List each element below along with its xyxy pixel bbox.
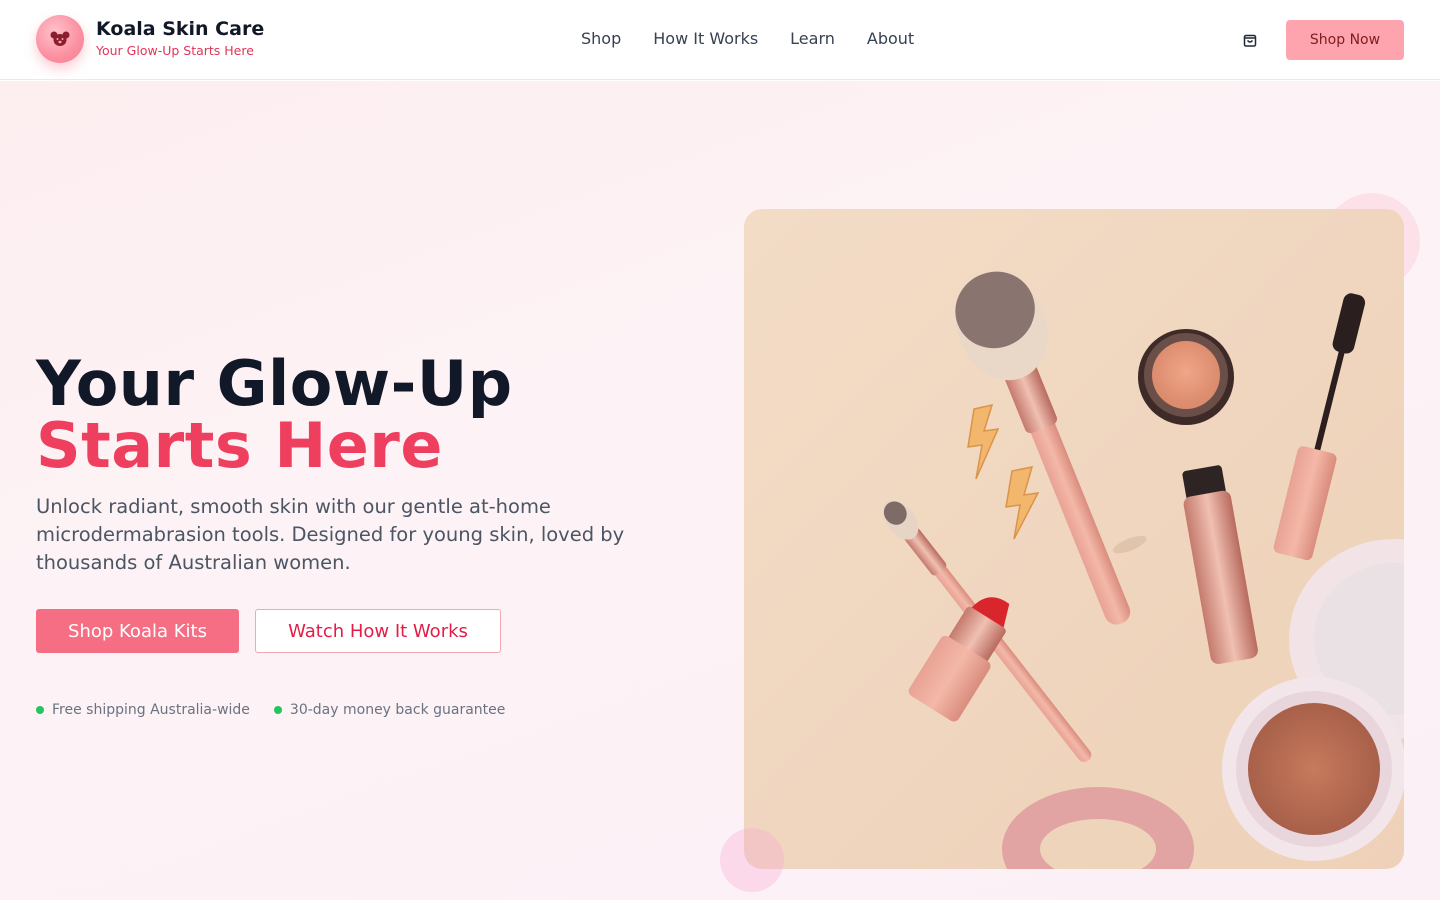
nav-item-how-it-works[interactable]: How It Works: [653, 28, 758, 50]
brand[interactable]: Koala Skin Care Your Glow-Up Starts Here: [36, 15, 264, 63]
nav-item-learn[interactable]: Learn: [790, 28, 835, 50]
powder-brush: [955, 271, 1147, 625]
hero-subtitle: Unlock radiant, smooth skin with our gen…: [36, 495, 625, 574]
trust-badges: Free shipping Australia-wide 30-day mone…: [36, 702, 505, 718]
blush-pot: [1138, 329, 1234, 425]
mascara-wand: [1273, 293, 1366, 561]
brand-name: Koala Skin Care: [96, 18, 265, 40]
shopping-bag-icon[interactable]: [1240, 30, 1260, 50]
nav-item-shop[interactable]: Shop: [581, 28, 621, 50]
koala-icon: [36, 15, 84, 63]
badge-label: 30-day money back guarantee: [289, 702, 506, 718]
scrunchie: [1002, 787, 1194, 869]
nav-item-about[interactable]: About: [867, 28, 914, 50]
shop-koala-kits-button[interactable]: Shop Koala Kits: [36, 609, 239, 653]
decorative-circle: [720, 828, 784, 892]
bronzer-compact: [1222, 539, 1404, 861]
hero-product-image: [744, 209, 1404, 869]
headline-line-1: Your Glow-Up: [36, 347, 513, 420]
shop-now-button[interactable]: Shop Now: [1286, 20, 1404, 60]
main-nav: Shop How It Works Learn About: [581, 28, 914, 50]
badge-label: Free shipping Australia-wide: [52, 702, 250, 718]
status-dot-icon: [273, 706, 282, 714]
hero-headline: Your Glow-Up Starts Here: [36, 353, 513, 477]
headline-line-2: Starts Here: [36, 409, 443, 482]
badge-free-shipping: Free shipping Australia-wide: [36, 702, 250, 718]
badge-money-back: 30-day money back guarantee: [273, 702, 506, 718]
site-header: Koala Skin Care Your Glow-Up Starts Here…: [0, 0, 1440, 80]
brand-tagline: Your Glow-Up Starts Here: [96, 43, 254, 58]
hero-section: Your Glow-Up Starts Here Unlock radiant,…: [0, 81, 1440, 900]
watch-how-it-works-button[interactable]: Watch How It Works: [255, 609, 501, 653]
status-dot-icon: [36, 706, 44, 714]
mascara-tube: [1182, 465, 1258, 665]
